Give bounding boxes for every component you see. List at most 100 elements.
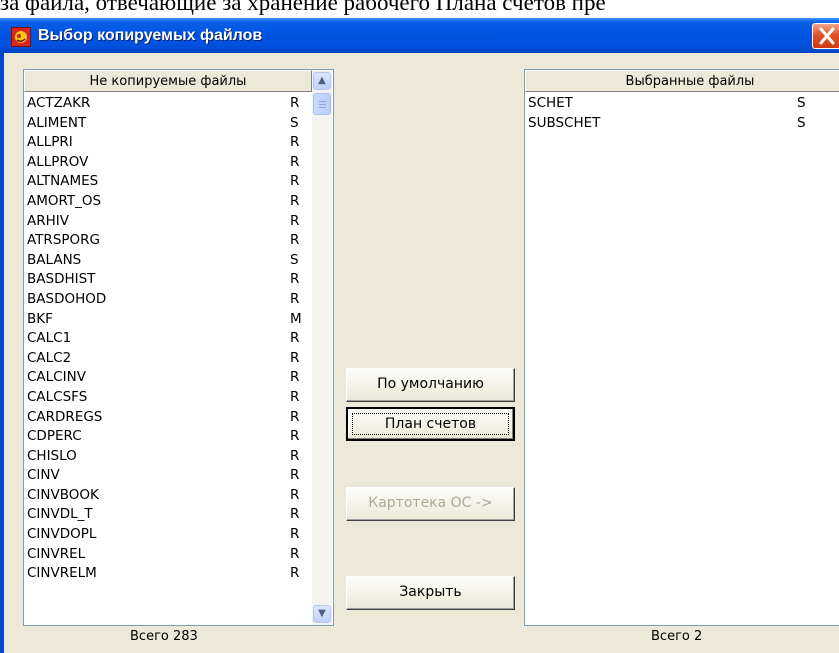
file-name: ALLPRI — [27, 134, 73, 151]
list-item[interactable]: CALC1 R — [24, 329, 312, 349]
list-item[interactable]: ATRSPORG R — [24, 231, 312, 251]
file-flag: R — [290, 467, 300, 484]
list-item[interactable]: BASDHIST R — [24, 270, 312, 290]
list-item[interactable]: SCHET S — [525, 94, 839, 114]
selected-files-header[interactable]: Выбранные файлы — [525, 70, 839, 92]
list-item[interactable]: BKF M — [24, 310, 312, 330]
file-name: CALC1 — [27, 330, 72, 347]
list-item[interactable]: CINV R — [24, 466, 312, 486]
list-item[interactable]: ARHIV R — [24, 212, 312, 232]
default-button[interactable]: По умолчанию — [346, 368, 515, 402]
file-name: CINVREL — [27, 545, 86, 562]
scroll-up-button[interactable]: ▲ — [313, 72, 331, 90]
file-flag: M — [290, 310, 302, 327]
file-flag: R — [290, 271, 300, 288]
file-name: CINVDL_T — [27, 506, 93, 523]
file-flag: S — [290, 251, 299, 268]
file-name: ALLPROV — [27, 153, 89, 170]
list-item[interactable]: CALC2 R — [24, 349, 312, 369]
list-item[interactable]: ALLPROV R — [24, 153, 312, 173]
scroll-thumb[interactable] — [313, 93, 331, 115]
uncopied-files-rows: ACTZAKR R ALIMENT S ALLPRI R ALLPROV R ALTNAMES R… — [24, 94, 312, 584]
file-flag: R — [290, 134, 300, 151]
window-frame-left — [0, 53, 4, 653]
file-flag: R — [290, 545, 300, 562]
file-flag: R — [290, 565, 300, 582]
file-name: CDPERC — [27, 428, 82, 445]
list-item[interactable]: CARDREGS R — [24, 408, 312, 428]
left-list-scrollbar[interactable]: ▲ ▼ — [312, 70, 332, 625]
file-flag: S — [290, 114, 299, 131]
list-item[interactable]: CINVDOPL R — [24, 525, 312, 545]
file-flag: R — [290, 330, 300, 347]
list-item[interactable]: CINVBOOK R — [24, 486, 312, 506]
file-flag: S — [797, 114, 806, 131]
file-name: BALANS — [27, 251, 82, 268]
list-item[interactable]: ALTNAMES R — [24, 172, 312, 192]
list-item[interactable]: CALCSFS R — [24, 388, 312, 408]
file-name: BASDOHOD — [27, 290, 107, 307]
fixed-assets-button: Картотека ОС -> — [346, 487, 515, 521]
file-flag: R — [290, 153, 300, 170]
file-flag: R — [290, 232, 300, 249]
file-name: CALCINV — [27, 369, 86, 386]
list-item[interactable]: CINVREL R — [24, 545, 312, 565]
scroll-down-button[interactable]: ▼ — [313, 605, 331, 623]
file-flag: R — [290, 408, 300, 425]
list-item[interactable]: ALLPRI R — [24, 133, 312, 153]
list-item[interactable]: BALANS S — [24, 251, 312, 271]
file-name: ALTNAMES — [27, 173, 99, 190]
file-name: BASDHIST — [27, 271, 96, 288]
chart-of-accounts-button[interactable]: План счетов — [346, 407, 515, 441]
file-name: ALIMENT — [27, 114, 87, 131]
file-flag: R — [290, 173, 300, 190]
list-item[interactable]: CDPERC R — [24, 427, 312, 447]
file-flag: R — [290, 369, 300, 386]
file-name: CINV — [27, 467, 60, 484]
file-flag: R — [290, 428, 300, 445]
close-button[interactable]: Закрыть — [346, 576, 515, 610]
file-name: CALCSFS — [27, 388, 88, 405]
focus-ring — [352, 413, 509, 435]
file-name: SCHET — [528, 95, 573, 111]
list-item[interactable]: BASDOHOD R — [24, 290, 312, 310]
file-flag: R — [290, 486, 300, 503]
selected-files-list[interactable]: Выбранные файлы SCHET S SUBSCHET S — [524, 69, 839, 626]
list-item[interactable]: CINVRELM R — [24, 564, 312, 584]
list-item[interactable]: AMORT_OS R — [24, 192, 312, 212]
file-flag: R — [290, 212, 300, 229]
file-flag: R — [290, 526, 300, 543]
list-item[interactable]: CHISLO R — [24, 447, 312, 467]
file-name: CINVRELM — [27, 565, 97, 582]
uncopied-files-header[interactable]: Не копируемые файлы — [24, 70, 312, 92]
file-name: ATRSPORG — [27, 232, 100, 249]
file-name: CINVBOOK — [27, 486, 99, 503]
file-name: ARHIV — [27, 212, 69, 229]
file-name: AMORT_OS — [27, 192, 102, 209]
file-flag: R — [290, 95, 300, 111]
list-item[interactable]: CALCINV R — [24, 368, 312, 388]
app-icon[interactable] — [11, 27, 31, 47]
file-name: ACTZAKR — [27, 95, 91, 111]
list-item[interactable]: SUBSCHET S — [525, 114, 839, 134]
file-flag: R — [290, 388, 300, 405]
selected-total: Всего 2 — [651, 629, 703, 644]
file-flag: R — [290, 447, 300, 464]
close-icon — [819, 27, 835, 45]
uncopied-total: Всего 283 — [130, 629, 198, 644]
window-title: Выбор копируемых файлов — [38, 27, 263, 44]
file-name: SUBSCHET — [528, 114, 601, 131]
uncopied-files-list[interactable]: Не копируемые файлы ACTZAKR R ALIMENT S ALLP… — [23, 69, 334, 626]
close-window-button[interactable] — [812, 23, 839, 49]
list-item[interactable]: ACTZAKR R — [24, 94, 312, 114]
file-flag: R — [290, 192, 300, 209]
list-item[interactable]: ALIMENT S — [24, 114, 312, 134]
file-name: CHISLO — [27, 447, 77, 464]
dialog-window: Выбор копируемых файлов Не копируемые фа… — [0, 18, 839, 653]
scroll-up-icon: ▲ — [318, 75, 326, 86]
file-flag: R — [290, 349, 300, 366]
file-name: CALC2 — [27, 349, 72, 366]
file-name: CARDREGS — [27, 408, 103, 425]
list-item[interactable]: CINVDL_T R — [24, 505, 312, 525]
title-bar[interactable]: Выбор копируемых файлов — [0, 18, 839, 53]
